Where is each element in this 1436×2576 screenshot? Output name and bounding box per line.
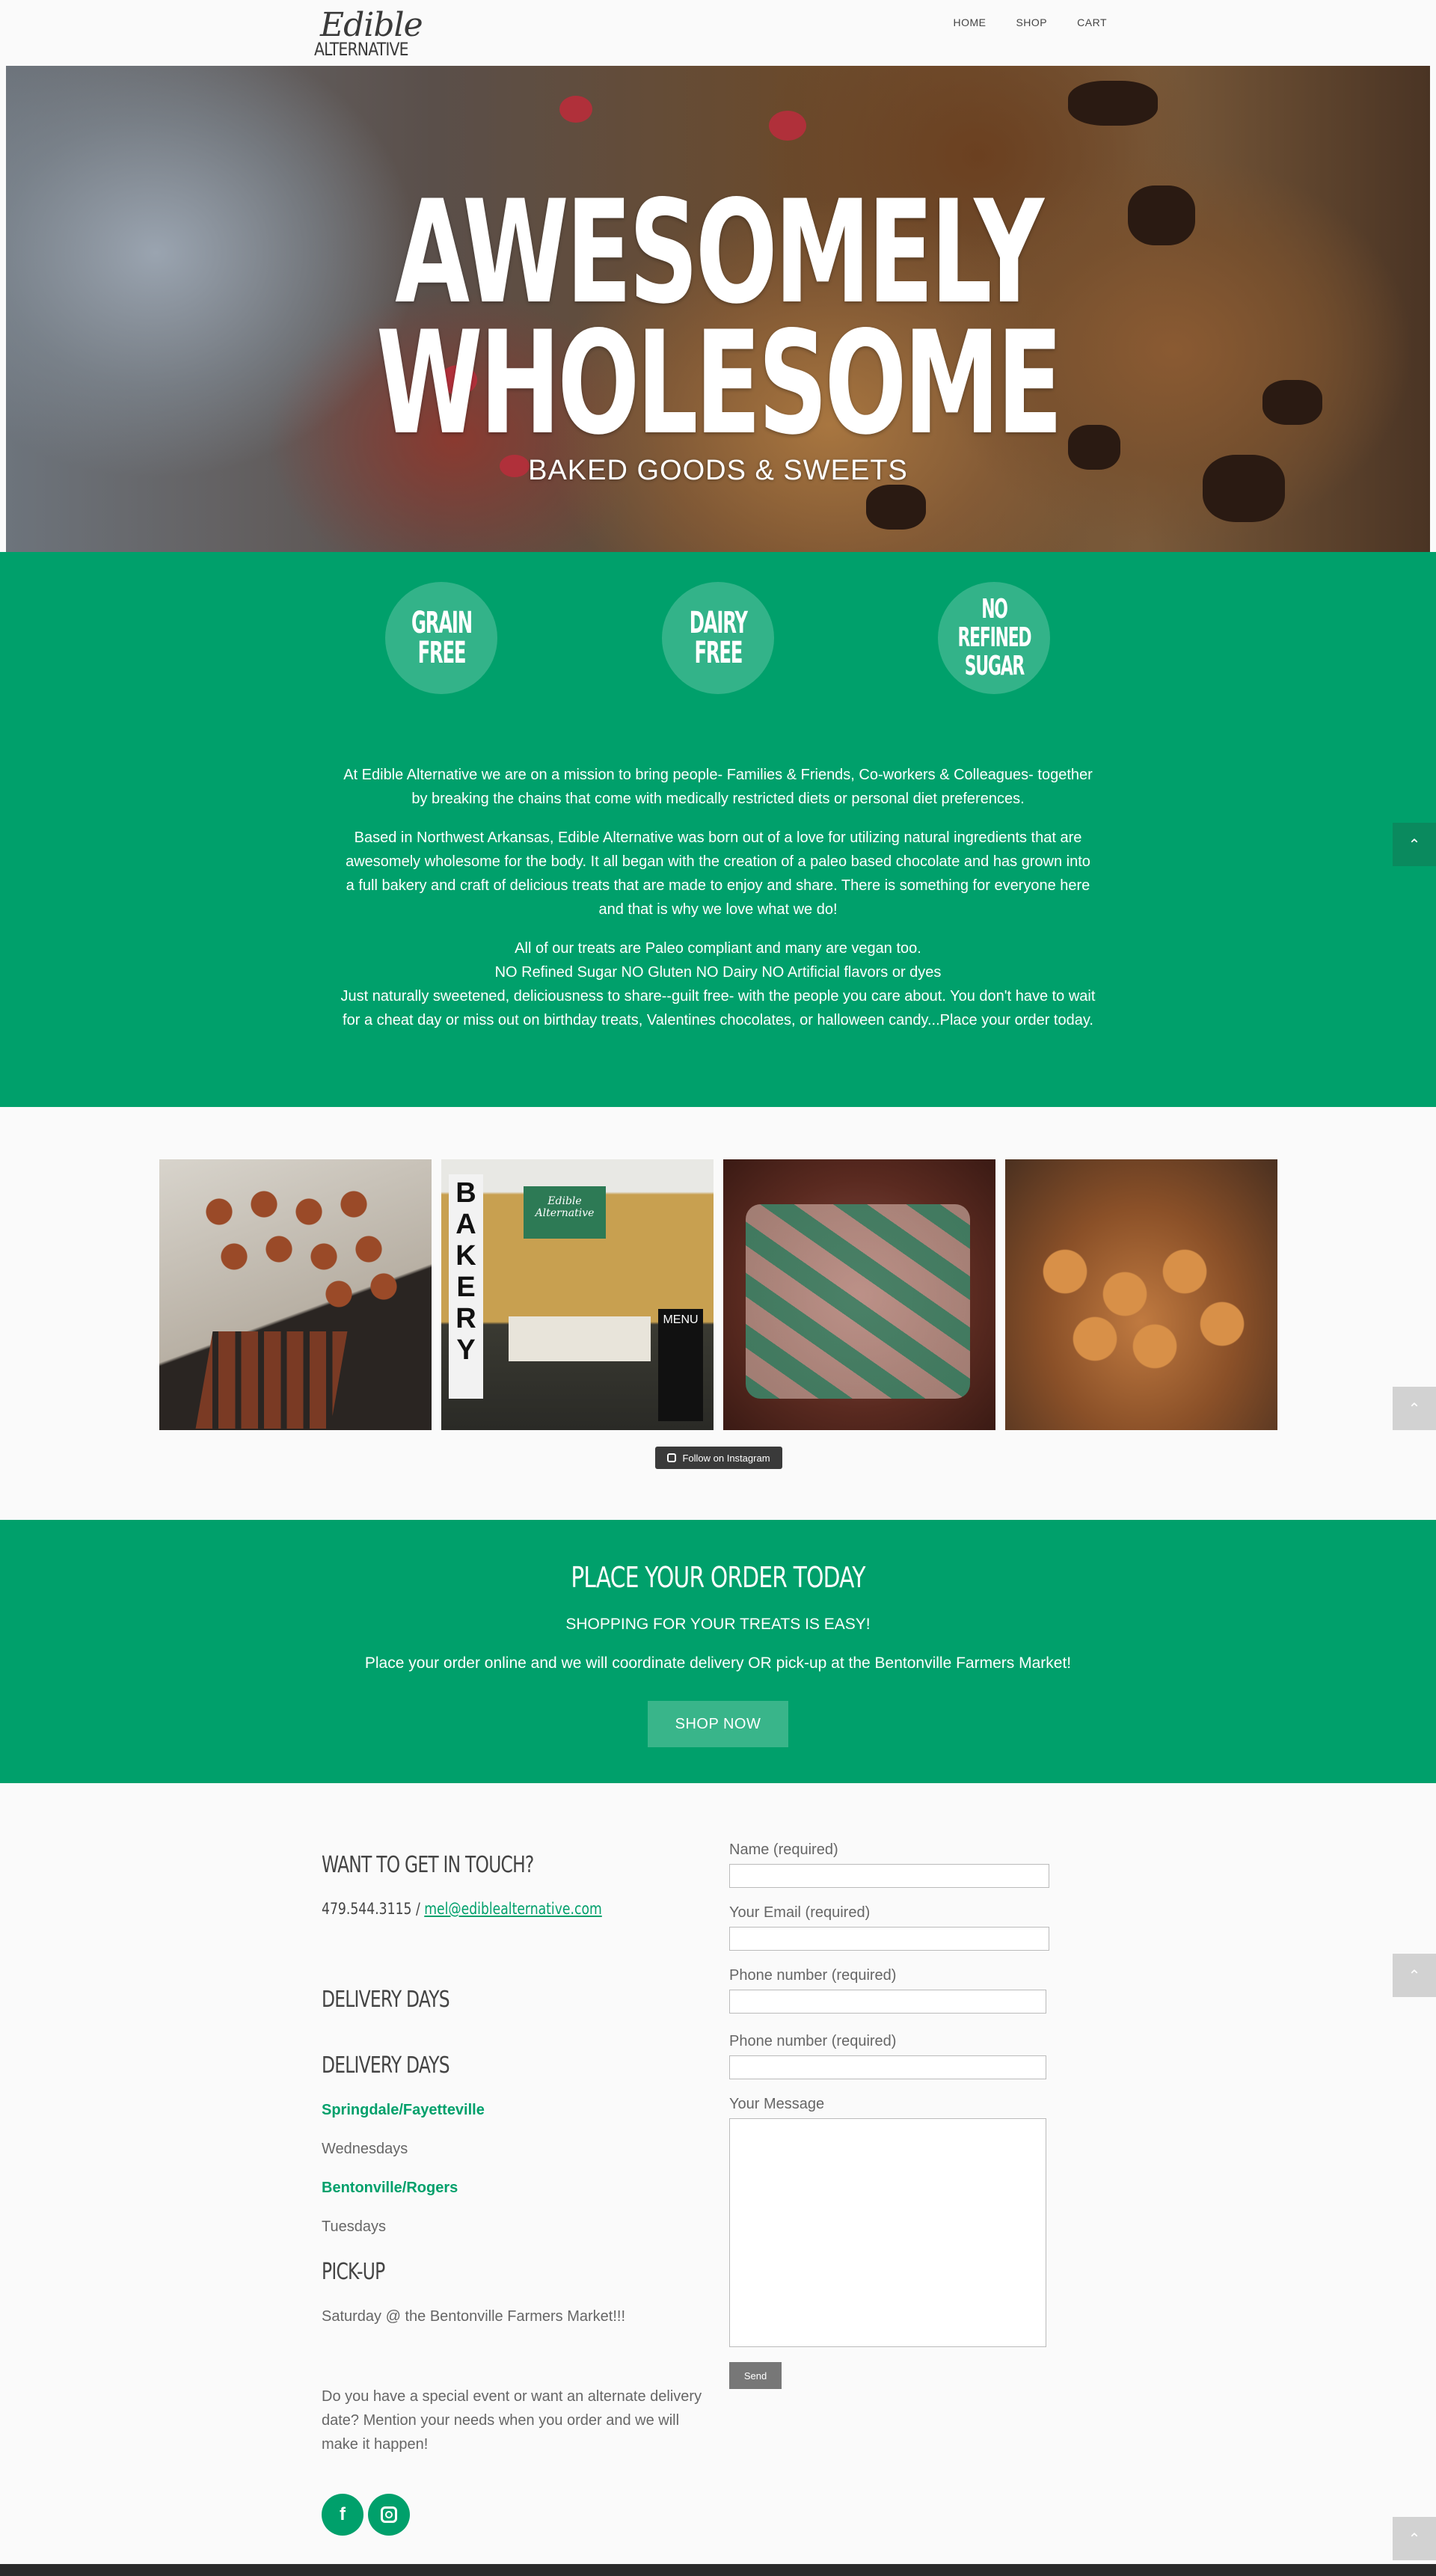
order-title: PLACE YOUR ORDER TODAY — [571, 1561, 865, 1594]
about-paragraph: At Edible Alternative we are on a missio… — [343, 767, 1093, 807]
phone-field[interactable] — [729, 2055, 1046, 2079]
phone-label: Phone number (required) — [729, 2033, 897, 2049]
order-subtitle: SHOPPING FOR YOUR TREATS IS EASY! — [565, 1616, 871, 1633]
delivery-heading: DELIVERY DAYS — [322, 2052, 450, 2079]
name-field[interactable] — [729, 1864, 1049, 1888]
instagram-feed: BAKERY Edible Alternative MENU Follow on… — [0, 1107, 1436, 1520]
about-paragraph: NO Refined Sugar NO Gluten NO Dairy NO A… — [494, 964, 942, 981]
photo-detail — [746, 1204, 970, 1399]
instagram-icon — [381, 2506, 397, 2523]
phone-label: Phone number (required) — [729, 1967, 897, 1984]
hero-photo-detail — [559, 96, 592, 123]
badge-text: REFINED — [957, 622, 1031, 653]
nav-shop[interactable]: SHOP — [1016, 16, 1047, 28]
facebook-button[interactable]: f — [322, 2494, 363, 2536]
badge-text: GRAIN — [411, 606, 473, 640]
badge-text: NO — [981, 594, 1008, 625]
side-scroll-button[interactable]: ⌃ — [1393, 1954, 1436, 1997]
side-scroll-button[interactable]: ⌃ — [1393, 823, 1436, 866]
instagram-button[interactable] — [368, 2494, 410, 2536]
facebook-icon: f — [340, 2504, 346, 2524]
instagram-photo-booth[interactable]: BAKERY Edible Alternative MENU — [441, 1159, 714, 1430]
hero-photo-detail — [866, 485, 926, 530]
about-section: GRAIN FREE DAIRY FREE NO REFINED SUGAR At Ed… — [0, 552, 1436, 1107]
special-event-text: Do you have a special event or want an a… — [322, 2388, 702, 2453]
photo-detail — [1020, 1227, 1259, 1376]
about-paragraph: All of our treats are Paleo compliant an… — [515, 940, 921, 957]
pickup-heading: PICK-UP — [322, 2259, 385, 2285]
shop-now-button[interactable]: SHOP NOW — [648, 1701, 788, 1747]
contact-phone: 479.544.3115 / — [322, 1900, 425, 1918]
nav-home[interactable]: HOME — [953, 16, 986, 28]
nav-cart[interactable]: CART — [1077, 16, 1107, 28]
badge-dairy-free: DAIRY FREE — [662, 582, 774, 694]
side-scroll-button[interactable]: ⌃ — [1393, 1387, 1436, 1430]
badge-text: SUGAR — [964, 651, 1024, 681]
instagram-photo-treats[interactable] — [1005, 1159, 1277, 1430]
order-section: PLACE YOUR ORDER TODAY SHOPPING FOR YOUR… — [0, 1520, 1436, 1783]
delivery-heading: DELIVERY DAYS — [322, 1987, 450, 2013]
site-logo[interactable]: Edible ALTERNATIVE — [314, 6, 426, 61]
delivery-day-1: Wednesdays — [322, 2141, 408, 2157]
delivery-area-1: Springdale/Fayetteville — [322, 2102, 485, 2118]
instagram-photo-cookies[interactable] — [159, 1159, 432, 1430]
order-description: Place your order online and we will coor… — [364, 1655, 1072, 1672]
hero-title-line1: AWESOMELY — [395, 170, 1044, 335]
hero-photo-detail — [1068, 81, 1158, 126]
hero-photo-detail — [1262, 380, 1322, 425]
email-field[interactable] — [729, 1927, 1049, 1951]
delivery-day-2: Tuesdays — [322, 2218, 386, 2235]
about-paragraph: Just naturally sweetened, deliciousness … — [340, 988, 1096, 1028]
hero-title-line2: WHOLESOME — [375, 301, 1063, 466]
contact-email-link[interactable]: mel@ediblealternative.com — [424, 1900, 601, 1918]
follow-instagram-button[interactable]: Follow on Instagram — [655, 1447, 782, 1469]
message-label: Your Message — [729, 2096, 825, 2112]
message-field[interactable] — [729, 2118, 1046, 2347]
menu-board: MENU — [658, 1309, 703, 1421]
send-button[interactable]: Send — [729, 2362, 782, 2389]
chevron-up-icon: ⌃ — [1408, 836, 1421, 853]
bakery-sign: BAKERY — [449, 1174, 483, 1399]
chevron-up-icon: ⌃ — [1408, 2530, 1421, 2548]
pickup-text: Saturday @ the Bentonville Farmers Marke… — [322, 2308, 626, 2325]
hero-subtitle: BAKED GOODS & SWEETS — [528, 455, 908, 486]
chevron-up-icon: ⌃ — [1408, 1967, 1421, 1984]
photo-detail — [195, 1331, 348, 1429]
logo-wordmark: ALTERNATIVE — [314, 39, 408, 60]
chevron-up-icon: ⌃ — [1408, 1400, 1421, 1417]
follow-instagram-label: Follow on Instagram — [682, 1452, 770, 1464]
photo-detail — [509, 1316, 651, 1361]
name-label: Name (required) — [729, 1841, 838, 1858]
badge-text: FREE — [694, 636, 743, 670]
badge-text: FREE — [417, 636, 466, 670]
main-nav: HOME SHOP CART — [953, 16, 1107, 28]
hero-title: AWESOMELY WHOLESOME — [234, 170, 1203, 466]
email-label: Your Email (required) — [729, 1904, 871, 1921]
photo-detail — [189, 1182, 406, 1309]
badge-no-refined-sugar: NO REFINED SUGAR — [938, 582, 1050, 694]
site-footer — [0, 2564, 1436, 2576]
side-scroll-button[interactable]: ⌃ — [1393, 2517, 1436, 2560]
instagram-photo-packaged[interactable] — [723, 1159, 995, 1430]
badge-grain-free: GRAIN FREE — [385, 582, 497, 694]
instagram-icon — [667, 1453, 677, 1462]
contact-section: ⌃ ⌃ — [0, 1783, 1436, 2564]
hero-photo-detail — [769, 111, 806, 141]
phone-field[interactable] — [729, 1990, 1046, 2014]
delivery-area-2: Bentonville/Rogers — [322, 2180, 458, 2196]
badge-text: DAIRY — [689, 606, 747, 640]
contact-heading: WANT TO GET IN TOUCH? — [322, 1852, 534, 1878]
site-header: Edible ALTERNATIVE HOME SHOP CART — [0, 0, 1436, 66]
about-text: At Edible Alternative we are on a missio… — [340, 763, 1096, 1032]
hero-banner: AWESOMELY WHOLESOME BAKED GOODS & SWEETS — [6, 66, 1430, 552]
booth-banner: Edible Alternative — [524, 1186, 606, 1239]
contact-info: 479.544.3115 / mel@ediblealternative.com — [322, 1900, 602, 1918]
instagram-icon-lens — [385, 2511, 393, 2518]
about-paragraph: Based in Northwest Arkansas, Edible Alte… — [346, 829, 1090, 918]
